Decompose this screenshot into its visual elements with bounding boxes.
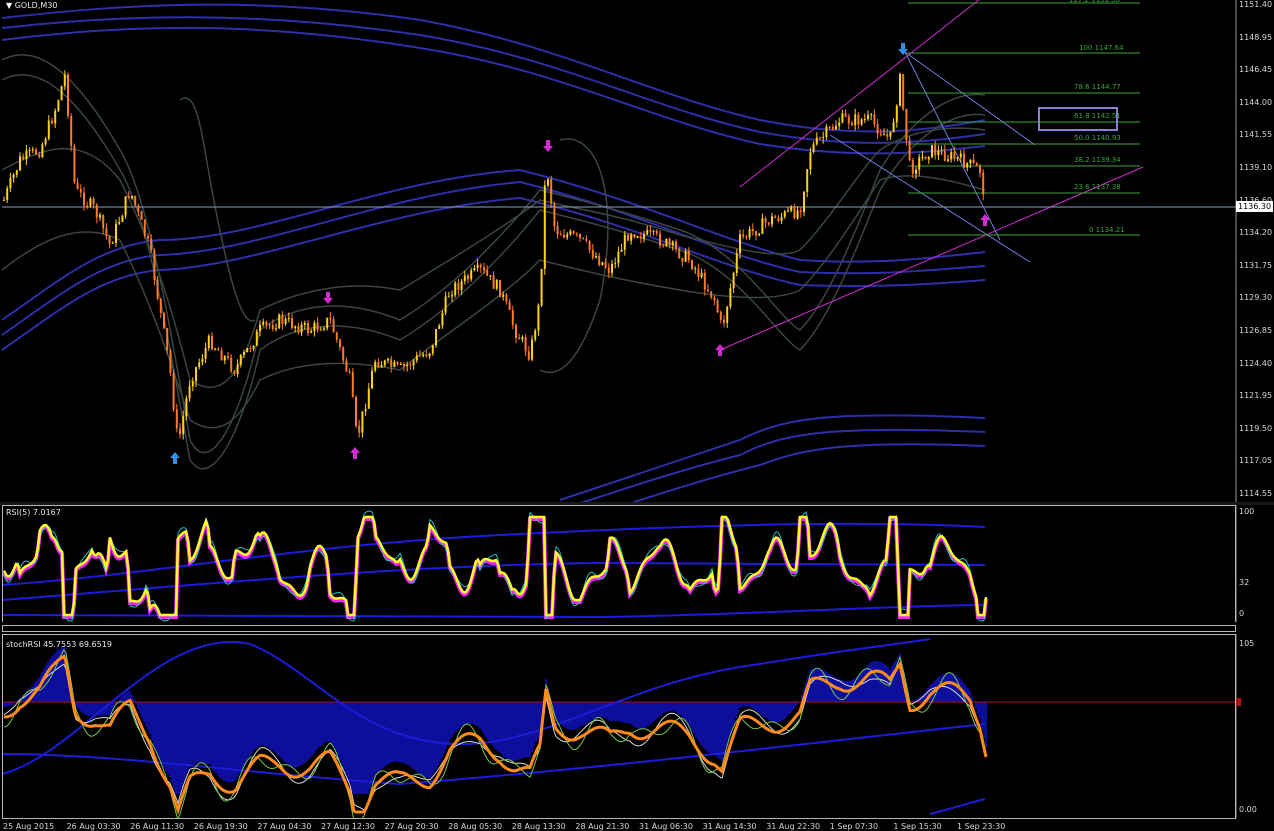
rsi-canvas[interactable] — [0, 505, 1274, 622]
arrow-up-icon — [715, 344, 725, 356]
price-chart-pane[interactable]: ▼ GOLD,M30 127.2 1151.50 100 1147.64 78.6 … — [0, 0, 1274, 502]
rsi-tick-32: 32 — [1239, 578, 1250, 587]
time-tick: 26 Aug 11:30 — [130, 822, 185, 831]
price-tick: 1139.10 — [1239, 163, 1273, 172]
time-tick: 26 Aug 19:30 — [193, 822, 248, 831]
arrow-up-icon — [980, 214, 990, 226]
price-tick: 1129.30 — [1239, 293, 1273, 303]
fib-level-label: 50.0 1140.93 — [1074, 134, 1121, 142]
price-tick: 1148.95 — [1239, 32, 1273, 42]
price-tick: 1126.85 — [1239, 326, 1273, 335]
arrow-down-icon — [543, 140, 553, 152]
price-tick: 1119.50 — [1239, 423, 1273, 433]
price-tick: 1134.20 — [1239, 228, 1273, 238]
fib-level-label: 100 1147.64 — [1079, 44, 1124, 52]
price-chart-canvas[interactable] — [0, 0, 1274, 502]
rsi-label: RSI(5) 7.0167 — [6, 508, 61, 517]
time-tick: 27 Aug 12:30 — [321, 822, 375, 831]
time-tick: 31 Aug 14:30 — [702, 822, 757, 831]
symbol-label[interactable]: ▼ GOLD,M30 — [6, 1, 57, 10]
fib-level-label: 0 1134.21 — [1089, 226, 1125, 234]
price-tick: 1141.55 — [1239, 130, 1273, 140]
price-tick: 1124.40 — [1239, 358, 1273, 368]
time-tick: 27 Aug 20:30 — [384, 822, 439, 831]
price-tick: 1117.05 — [1239, 456, 1273, 466]
time-tick: 31 Aug 22:30 — [766, 822, 821, 831]
stoch-label: stochRSI 45.7553 69.6519 — [6, 640, 112, 649]
fib-level-label: 127.2 1151.50 — [1069, 0, 1121, 4]
stoch-tick-0: 0.00 — [1239, 805, 1257, 814]
price-tick: 1151.40 — [1239, 0, 1273, 9]
time-tick: 1 Sep 15:30 — [893, 822, 942, 831]
price-tick: 1121.95 — [1239, 391, 1273, 401]
fib-level-label: 38.2 1139.34 — [1074, 156, 1121, 164]
price-tick: 1114.55 — [1239, 489, 1273, 498]
fib-level-label: 23.6 1137.38 — [1074, 183, 1121, 191]
time-tick: 1 Sep 07:30 — [829, 822, 879, 831]
price-tick: 1146.45 — [1239, 65, 1273, 75]
fib-level-label: 78.6 1144.77 — [1074, 83, 1121, 91]
time-tick: 28 Aug 13:30 — [511, 822, 566, 831]
pane-separator[interactable] — [0, 622, 1274, 634]
rsi-pane[interactable]: RSI(5) 7.0167 100 32 0 — [0, 505, 1274, 623]
signal-arrows — [170, 43, 990, 464]
stoch-histogram — [3, 646, 987, 794]
rsi-tick-100: 100 — [1239, 507, 1255, 516]
time-tick: 28 Aug 21:30 — [575, 822, 630, 831]
triangle-down-icon[interactable]: ▼ — [6, 1, 12, 10]
stoch-canvas[interactable] — [0, 634, 1274, 818]
time-tick: 25 Aug 2015 — [3, 822, 55, 831]
arrow-up-icon — [170, 452, 180, 464]
price-tick: 1144.00 — [1239, 97, 1273, 107]
time-tick: 1 Sep 23:30 — [957, 822, 1006, 831]
current-price-tag: 1136.30 — [1236, 201, 1274, 212]
time-tick: 26 Aug 03:30 — [66, 822, 121, 831]
stoch-rsi-pane[interactable]: stochRSI 45.7553 69.6519 105 0.00 — [0, 634, 1274, 819]
time-tick: 28 Aug 05:30 — [448, 822, 503, 831]
time-tick: 27 Aug 04:30 — [257, 822, 312, 831]
time-tick: 31 Aug 06:30 — [639, 822, 693, 831]
arrow-up-icon — [350, 447, 360, 459]
rsi-line-shadow — [2, 517, 988, 619]
rsi-tick-0: 0 — [1239, 609, 1245, 618]
stoch-tick-105: 105 — [1239, 639, 1255, 648]
arrow-down-icon — [323, 292, 333, 304]
fib-level-label: 61.8 1142.51 — [1074, 112, 1121, 120]
price-tick: 1131.75 — [1239, 260, 1273, 270]
